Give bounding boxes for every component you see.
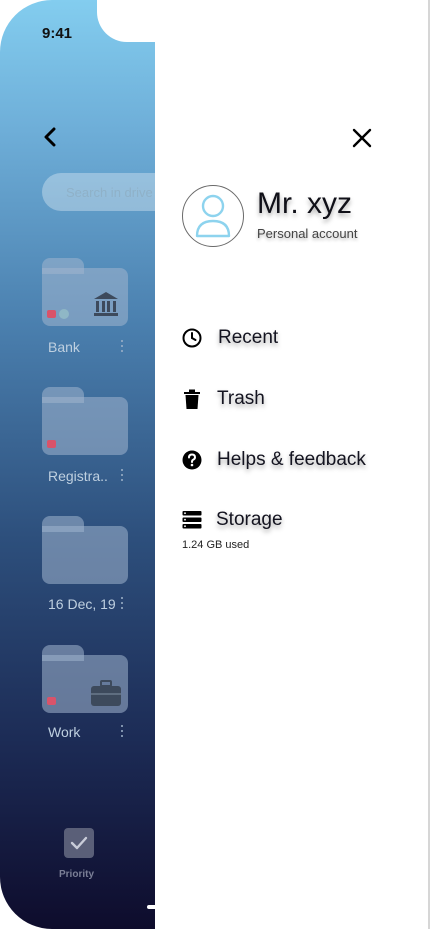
- lock-icon: [47, 440, 56, 448]
- lock-icon: [47, 310, 56, 318]
- close-icon: [352, 128, 372, 148]
- menu-item-recent[interactable]: Recent: [182, 326, 278, 350]
- more-icon[interactable]: [120, 597, 124, 611]
- priority-label: Priority: [59, 869, 95, 880]
- side-drawer: Mr. xyz Personal account Recent Trash He…: [155, 0, 430, 929]
- close-button[interactable]: [350, 126, 374, 150]
- folder-label: Work: [48, 724, 81, 740]
- account-type: Personal account: [257, 226, 358, 241]
- lock-icon: [47, 697, 56, 705]
- storage-icon: [182, 510, 202, 530]
- briefcase-icon: [91, 680, 121, 706]
- avatar[interactable]: [182, 185, 244, 247]
- check-icon: [70, 836, 88, 850]
- more-icon[interactable]: [120, 725, 124, 739]
- folder-label: Bank: [48, 339, 80, 355]
- folder-work[interactable]: [42, 645, 128, 713]
- shared-icon: [59, 309, 69, 319]
- priority-tab[interactable]: [64, 828, 94, 858]
- menu-label: Storage: [216, 509, 283, 530]
- folder-registra[interactable]: [42, 387, 128, 455]
- folder-label: Registra..: [48, 468, 108, 484]
- back-button[interactable]: [38, 124, 62, 150]
- more-icon[interactable]: [120, 469, 124, 483]
- storage-used-text: 1.24 GB used: [182, 539, 250, 551]
- trash-icon: [182, 389, 202, 409]
- help-icon: [182, 450, 202, 470]
- more-icon[interactable]: [120, 340, 124, 354]
- user-icon: [195, 194, 231, 238]
- folder-16-dec[interactable]: [42, 516, 128, 584]
- folder-label: 16 Dec, 19: [48, 596, 116, 612]
- chevron-left-icon: [44, 127, 56, 147]
- menu-label: Recent: [218, 327, 279, 348]
- status-time: 9:41: [42, 25, 73, 42]
- folder-bank[interactable]: [42, 258, 128, 326]
- clock-icon: [182, 328, 202, 348]
- user-name: Mr. xyz: [257, 187, 352, 220]
- menu-label: Trash: [217, 388, 265, 409]
- bank-icon: [94, 292, 118, 316]
- menu-item-trash[interactable]: Trash: [182, 387, 265, 411]
- menu-label: Helps & feedback: [217, 449, 366, 470]
- menu-item-help[interactable]: Helps & feedback: [182, 448, 366, 472]
- menu-item-storage[interactable]: Storage: [182, 508, 283, 532]
